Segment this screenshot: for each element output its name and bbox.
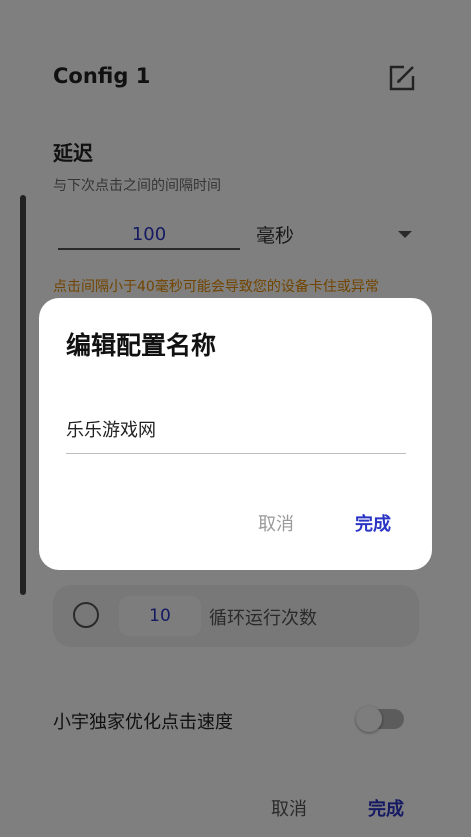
- dialog-done-button[interactable]: 完成: [355, 510, 391, 536]
- dialog-cancel-button[interactable]: 取消: [258, 510, 294, 536]
- config-name-input[interactable]: [66, 410, 406, 454]
- dialog-title: 编辑配置名称: [66, 331, 217, 360]
- edit-config-name-dialog: 编辑配置名称 取消 完成: [39, 298, 432, 570]
